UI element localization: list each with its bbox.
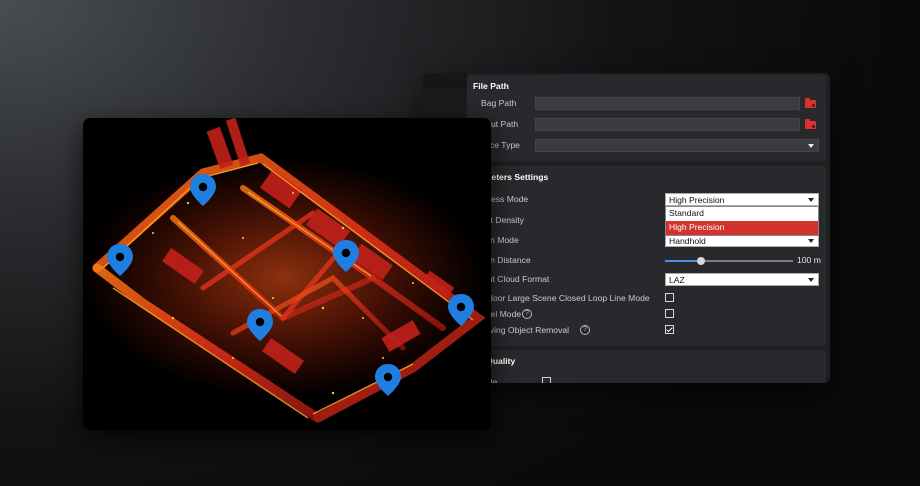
chevron-down-icon xyxy=(808,239,814,243)
chevron-down-icon xyxy=(808,144,814,148)
checkmark-icon xyxy=(666,325,673,333)
output-path-folder-icon[interactable] xyxy=(805,119,817,129)
point-cloud-format-row: oint Cloud Format LAZ xyxy=(467,273,826,287)
scan-mode-value: Handhold xyxy=(669,236,706,246)
point-cloud-format-value: LAZ xyxy=(669,275,685,285)
output-path-input[interactable] xyxy=(535,118,800,131)
slider-thumb[interactable] xyxy=(696,257,705,265)
moving-object-checkbox[interactable] xyxy=(665,325,674,334)
dropdown-option-high-precision[interactable]: High Precision xyxy=(666,221,818,235)
option-label: Standard xyxy=(669,208,704,218)
chevron-down-icon xyxy=(808,198,814,202)
scan-distance-row: can Distance 100 m xyxy=(467,254,826,268)
chevron-down-icon xyxy=(808,278,814,282)
outdoor-loop-row: utdoor Large Scene Closed Loop Line Mode xyxy=(467,292,826,306)
file-path-title: File Path xyxy=(473,81,509,91)
tunnel-mode-row: nnel Mode ? xyxy=(467,308,826,322)
quality-enable-row: able xyxy=(467,376,826,383)
tunnel-mode-checkbox[interactable] xyxy=(665,309,674,318)
outdoor-loop-checkbox[interactable] xyxy=(665,293,674,302)
point-cloud-canvas xyxy=(83,118,486,423)
output-path-row: utput Path xyxy=(467,118,826,132)
quality-enable-checkbox[interactable] xyxy=(542,377,551,383)
scan-distance-value: 100 m xyxy=(797,255,821,265)
bag-path-row: Bag Path xyxy=(467,97,826,111)
bag-path-folder-icon[interactable] xyxy=(805,98,817,108)
device-type-row: evice Type xyxy=(467,139,826,153)
point-cloud-format-label: oint Cloud Format xyxy=(481,274,550,284)
process-mode-select[interactable]: High Precision xyxy=(665,193,819,206)
parameters-section: ameters Settings rocess Mode High Precis… xyxy=(467,166,826,346)
quality-section: a Quality able xyxy=(467,350,826,383)
point-cloud-format-select[interactable]: LAZ xyxy=(665,273,819,286)
option-label: High Precision xyxy=(669,222,725,232)
process-mode-row: rocess Mode High Precision xyxy=(467,193,826,207)
moving-object-label: oving Object Removal xyxy=(485,325,570,335)
map-pin-icon[interactable] xyxy=(375,364,401,396)
bag-path-input[interactable] xyxy=(535,97,800,110)
process-mode-dropdown: Standard High Precision xyxy=(665,206,819,236)
help-icon[interactable]: ? xyxy=(522,309,532,319)
process-mode-value: High Precision xyxy=(669,195,725,205)
device-type-select[interactable] xyxy=(535,139,819,152)
help-icon[interactable]: ? xyxy=(580,325,590,335)
point-cloud-preview xyxy=(83,118,491,430)
moving-object-row: oving Object Removal ? xyxy=(467,324,826,338)
scan-distance-slider[interactable] xyxy=(665,257,793,265)
bag-path-label: Bag Path xyxy=(481,98,517,108)
window-strip-header xyxy=(423,73,467,89)
dropdown-option-standard[interactable]: Standard xyxy=(666,207,818,221)
file-path-section: File Path Bag Path utput Path evice Type xyxy=(467,75,826,161)
outdoor-loop-label: utdoor Large Scene Closed Loop Line Mode xyxy=(481,293,650,303)
slider-fill xyxy=(665,260,701,262)
scan-mode-row: can Mode Handhold xyxy=(467,234,826,248)
